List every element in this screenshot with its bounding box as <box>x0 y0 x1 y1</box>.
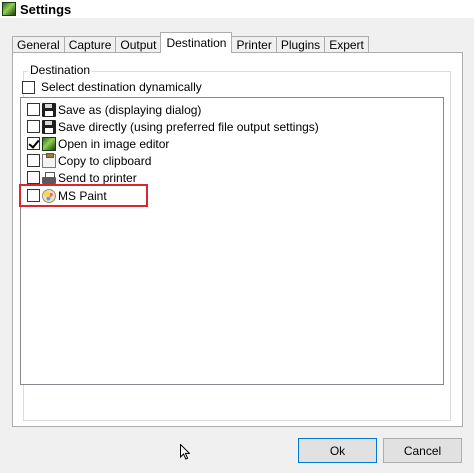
list-item-send-to-printer[interactable]: Send to printer <box>27 169 137 186</box>
save-as-label: Save as (displaying dialog) <box>58 102 202 117</box>
ok-button[interactable]: Ok <box>298 438 377 463</box>
tab-expert[interactable]: Expert <box>324 36 369 53</box>
clipboard-icon <box>42 152 56 168</box>
destination-list[interactable]: Save as (displaying dialog) Save directl… <box>20 97 444 385</box>
send-to-printer-checkbox[interactable] <box>27 171 40 184</box>
greenshot-app-icon <box>2 2 16 16</box>
tab-output[interactable]: Output <box>115 36 162 53</box>
ms-paint-checkbox[interactable] <box>27 189 40 202</box>
tab-plugins[interactable]: Plugins <box>275 36 326 53</box>
floppy-disk-icon <box>42 119 56 134</box>
title-bar: Settings <box>0 0 474 18</box>
list-item-save-directly[interactable]: Save directly (using preferred file outp… <box>27 118 319 135</box>
list-item-copy-to-clipboard[interactable]: Copy to clipboard <box>27 152 151 169</box>
window-title: Settings <box>20 1 72 17</box>
tab-destination[interactable]: Destination <box>160 32 233 53</box>
image-editor-icon <box>42 136 56 151</box>
open-in-image-editor-checkbox[interactable] <box>27 137 40 150</box>
tab-printer[interactable]: Printer <box>231 36 277 53</box>
select-destination-dynamically-option[interactable]: Select destination dynamically <box>22 80 202 94</box>
list-item-save-as[interactable]: Save as (displaying dialog) <box>27 101 201 118</box>
tab-general[interactable]: General <box>12 36 65 53</box>
open-in-image-editor-label: Open in image editor <box>58 136 170 151</box>
list-item-open-in-image-editor[interactable]: Open in image editor <box>27 135 169 152</box>
floppy-disk-icon <box>42 102 56 117</box>
copy-to-clipboard-checkbox[interactable] <box>27 154 40 167</box>
copy-to-clipboard-label: Copy to clipboard <box>58 153 152 168</box>
settings-window: Settings General Capture Output Destinat… <box>0 0 474 473</box>
mouse-cursor-icon <box>180 444 190 460</box>
send-to-printer-label: Send to printer <box>58 170 137 185</box>
list-item-ms-paint[interactable]: MS Paint <box>27 187 107 204</box>
destination-group-label: Destination <box>28 63 93 77</box>
select-destination-dynamically-label: Select destination dynamically <box>41 80 202 94</box>
save-directly-label: Save directly (using preferred file outp… <box>58 119 319 134</box>
save-directly-checkbox[interactable] <box>27 120 40 133</box>
tab-strip: General Capture Output Destination Print… <box>12 32 369 53</box>
printer-icon <box>42 171 56 185</box>
tab-capture[interactable]: Capture <box>63 36 117 53</box>
ms-paint-label: MS Paint <box>58 188 107 203</box>
save-as-checkbox[interactable] <box>27 103 40 116</box>
select-destination-dynamically-checkbox[interactable] <box>22 80 35 94</box>
ms-paint-icon <box>42 188 56 203</box>
cancel-button[interactable]: Cancel <box>383 438 462 463</box>
